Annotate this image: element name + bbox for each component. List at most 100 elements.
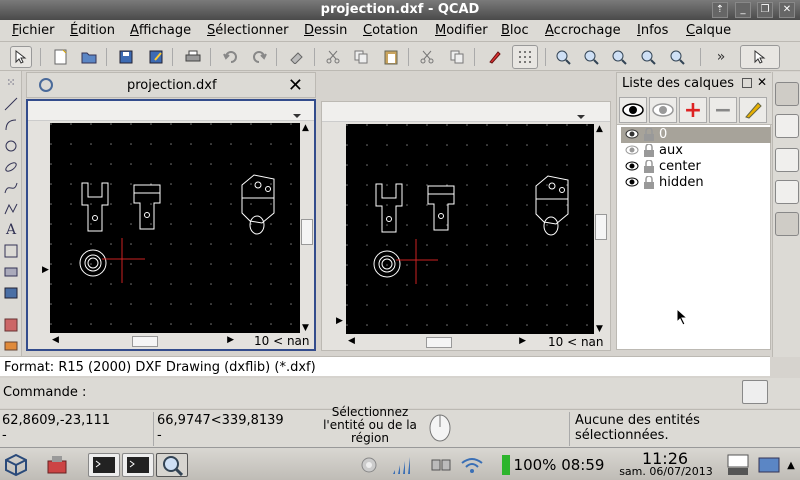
- dock-properties-icon[interactable]: [775, 148, 799, 172]
- network-icon[interactable]: [428, 453, 454, 477]
- document-tab[interactable]: projection.dxf ✕: [26, 72, 316, 98]
- copy-icon[interactable]: [350, 46, 372, 68]
- hatch-tool-icon[interactable]: [2, 263, 20, 281]
- menu-edition[interactable]: Édition: [70, 23, 115, 38]
- line-tool-icon[interactable]: [2, 95, 20, 113]
- layer-row[interactable]: aux: [621, 143, 771, 159]
- menu-cotation[interactable]: Cotation: [363, 23, 418, 38]
- close-icon[interactable]: ✕: [288, 75, 303, 96]
- menu-affichage[interactable]: Affichage: [130, 23, 191, 38]
- horizontal-scrollbar-2[interactable]: ◀ ▶: [346, 336, 528, 350]
- zoom-previous-icon[interactable]: [666, 46, 688, 68]
- redo-icon[interactable]: [248, 46, 270, 68]
- terminal-1-icon[interactable]: [88, 453, 120, 477]
- menu-fichier[interactable]: Fichier: [12, 23, 55, 38]
- lock-icon[interactable]: [643, 176, 655, 189]
- new-file-icon[interactable]: [50, 46, 72, 68]
- eraser-icon[interactable]: [286, 46, 308, 68]
- eye-icon[interactable]: [625, 177, 639, 187]
- circle-tool-icon[interactable]: [2, 137, 20, 155]
- eye-icon[interactable]: [625, 129, 639, 139]
- wifi-signal-icon[interactable]: [388, 453, 414, 477]
- select-point-tool-icon[interactable]: ⁙: [2, 73, 20, 91]
- zoom-out-icon[interactable]: [580, 46, 602, 68]
- dock-history-icon[interactable]: [775, 212, 799, 236]
- modify-tool-icon[interactable]: [2, 316, 20, 334]
- start-menu-icon[interactable]: [2, 453, 30, 477]
- show-all-layers-icon[interactable]: [619, 97, 647, 123]
- edit-layer-icon[interactable]: [739, 97, 767, 123]
- layer-row[interactable]: hidden: [621, 175, 771, 191]
- image-tool-icon[interactable]: [2, 284, 20, 302]
- settings-gear-icon[interactable]: [356, 453, 382, 477]
- drawing-canvas-2[interactable]: [346, 124, 594, 334]
- eye-icon[interactable]: [625, 161, 639, 171]
- lock-icon[interactable]: [643, 128, 655, 141]
- workspace-icon[interactable]: [726, 453, 750, 477]
- dock-layers-icon[interactable]: [775, 82, 799, 106]
- zoom-in-icon[interactable]: [552, 46, 574, 68]
- pointer-icon[interactable]: [10, 46, 32, 68]
- eye-icon[interactable]: [625, 145, 639, 155]
- left-arrow-icon-2[interactable]: ▶: [336, 316, 343, 326]
- vertical-scrollbar-1[interactable]: ▲ ▼: [300, 123, 314, 333]
- cut-icon[interactable]: [322, 46, 344, 68]
- undo-icon[interactable]: [220, 46, 242, 68]
- wireless-icon[interactable]: [458, 453, 486, 477]
- polyline-tool-icon[interactable]: [2, 200, 20, 218]
- window-close-button[interactable]: ✕: [779, 2, 795, 18]
- block-tool-icon[interactable]: [2, 337, 20, 355]
- text-tool-icon[interactable]: A: [2, 221, 20, 239]
- lock-icon[interactable]: [643, 144, 655, 157]
- print-icon[interactable]: [182, 46, 204, 68]
- zoom-auto-icon[interactable]: [637, 46, 659, 68]
- ellipse-tool-icon[interactable]: [2, 158, 20, 176]
- close-icon[interactable]: ✕: [757, 75, 767, 89]
- paste-icon[interactable]: [380, 46, 402, 68]
- drawing-canvas-1[interactable]: [50, 123, 300, 333]
- qcad-taskbar-icon[interactable]: [156, 453, 188, 477]
- add-layer-icon[interactable]: +: [679, 97, 707, 123]
- vertical-scrollbar-2[interactable]: ▲ ▼: [594, 124, 608, 334]
- menu-dessin[interactable]: Dessin: [304, 23, 347, 38]
- menu-accrochage[interactable]: Accrochage: [545, 23, 621, 38]
- layer-row[interactable]: 0: [621, 127, 771, 143]
- window-maximize-button[interactable]: ❐: [757, 2, 773, 18]
- horizontal-scrollbar-1[interactable]: ◀ ▶: [50, 335, 236, 349]
- save-icon[interactable]: [115, 46, 137, 68]
- copy2-icon[interactable]: [446, 46, 468, 68]
- pen-icon[interactable]: [484, 46, 506, 68]
- arc-tool-icon[interactable]: [2, 116, 20, 134]
- terminal-2-icon[interactable]: [122, 453, 154, 477]
- toolbar-overflow-icon[interactable]: »: [710, 46, 732, 68]
- menu-bloc[interactable]: Bloc: [501, 23, 529, 38]
- zoom-window-icon[interactable]: [608, 46, 630, 68]
- dimension-tool-icon[interactable]: [2, 242, 20, 260]
- menu-selectionner[interactable]: Sélectionner: [207, 23, 289, 38]
- hide-all-layers-icon[interactable]: [649, 97, 677, 123]
- float-icon[interactable]: [742, 78, 752, 88]
- window-minimize-button[interactable]: _: [735, 2, 751, 18]
- menu-calque[interactable]: Calque: [686, 23, 731, 38]
- remove-layer-icon[interactable]: −: [709, 97, 737, 123]
- select-icon[interactable]: [740, 45, 780, 69]
- show-desktop-icon[interactable]: [756, 453, 782, 477]
- selection-status-2: sélectionnées.: [575, 428, 669, 443]
- save-as-icon[interactable]: [145, 46, 167, 68]
- spline-tool-icon[interactable]: [2, 179, 20, 197]
- dock-blocks-icon[interactable]: [775, 114, 799, 138]
- layer-row[interactable]: center: [621, 159, 771, 175]
- menu-infos[interactable]: Infos: [637, 23, 668, 38]
- grid-icon[interactable]: [512, 45, 538, 69]
- launcher-icon[interactable]: [42, 453, 72, 477]
- tray-expand-icon[interactable]: ▲: [784, 453, 798, 477]
- cut2-icon[interactable]: [416, 46, 438, 68]
- dock-library-icon[interactable]: [775, 180, 799, 204]
- left-arrow-icon[interactable]: ▶: [42, 265, 49, 275]
- command-input[interactable]: [84, 382, 724, 402]
- window-up-button[interactable]: ⇡: [712, 2, 728, 18]
- menu-modifier[interactable]: Modifier: [435, 23, 488, 38]
- open-icon[interactable]: [78, 46, 100, 68]
- command-history-button[interactable]: [742, 380, 768, 404]
- lock-icon[interactable]: [643, 160, 655, 173]
